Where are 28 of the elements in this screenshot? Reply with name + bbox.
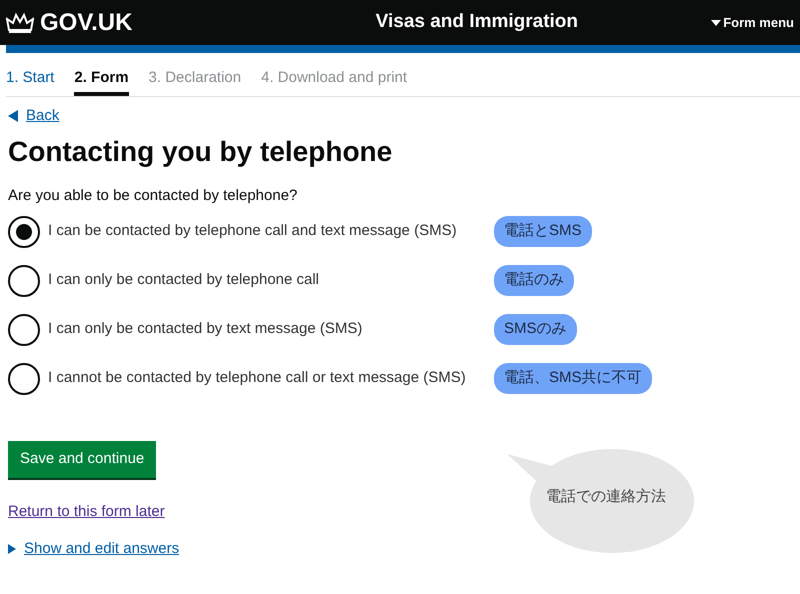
form-menu-link[interactable]: Form menu: [711, 12, 794, 32]
step-tab[interactable]: 1. Start: [6, 67, 54, 96]
annotation-tag: 電話とSMS: [494, 216, 592, 247]
crown-icon: [6, 12, 34, 34]
step-tab[interactable]: 2. Form: [74, 67, 129, 96]
back-link[interactable]: Back: [26, 104, 60, 127]
radio-button[interactable]: [8, 264, 40, 297]
radio-label[interactable]: I cannot be contacted by telephone call or text message (SMS): [48, 367, 478, 390]
save-and-continue-button[interactable]: Save and continue: [8, 441, 156, 480]
expand-triangle-icon: [8, 544, 16, 554]
caret-icon: [711, 20, 722, 26]
radio-button[interactable]: [8, 314, 40, 346]
callout-text: 電話での連絡方法: [546, 487, 666, 507]
radio-label[interactable]: I can be contacted by telephone call and text message (SMS): [48, 220, 478, 243]
page-heading: Contacting you by telephone: [8, 135, 394, 169]
question-text: Are you able to be contacted by telephone?: [8, 186, 298, 206]
back-arrow-icon: [8, 110, 18, 122]
radio-label[interactable]: I can only be contacted by telephone call: [48, 269, 478, 292]
return-later-link[interactable]: Return to this form later: [8, 502, 165, 520]
radio-label[interactable]: I can only be contacted by text message (SMS): [48, 318, 478, 341]
radio-button[interactable]: [8, 216, 40, 248]
annotation-tag: SMSのみ: [494, 314, 577, 345]
radio-button[interactable]: [8, 362, 40, 395]
logo-text[interactable]: GOV.UK: [40, 4, 132, 40]
show-answers-link[interactable]: Show and edit answers: [24, 538, 180, 560]
service-title: Visas and Immigration: [376, 10, 578, 34]
annotation-tag: 電話のみ: [494, 265, 574, 296]
annotation-tag: 電話、SMS共に不可: [494, 363, 652, 394]
